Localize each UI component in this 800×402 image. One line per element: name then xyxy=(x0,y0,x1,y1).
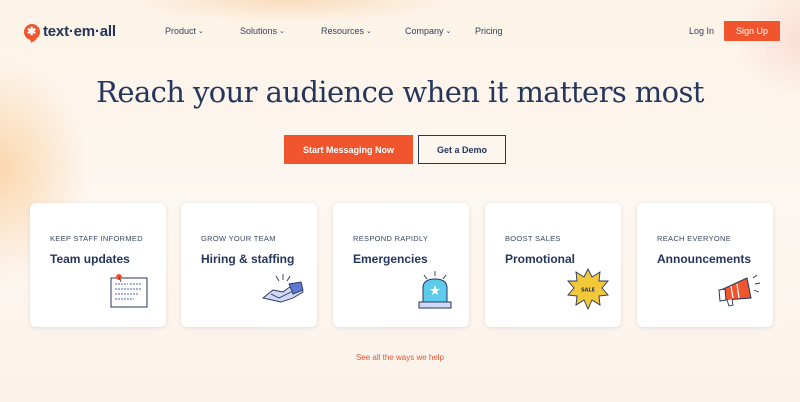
card-emergencies[interactable]: RESPOND RAPIDLY Emergencies xyxy=(333,203,469,327)
card-kicker: GROW YOUR TEAM xyxy=(201,234,276,243)
see-all-link[interactable]: See all the ways we help xyxy=(0,353,800,362)
card-kicker: RESPOND RAPIDLY xyxy=(353,234,429,243)
handshake-icon xyxy=(261,272,305,313)
start-messaging-button[interactable]: Start Messaging Now xyxy=(284,135,413,164)
card-hiring-staffing[interactable]: GROW YOUR TEAM Hiring & staffing xyxy=(181,203,317,327)
card-kicker: BOOST SALES xyxy=(505,234,561,243)
card-team-updates[interactable]: KEEP STAFF INFORMED Team updates xyxy=(30,203,166,327)
nav-label: Product xyxy=(165,26,197,36)
get-demo-button[interactable]: Get a Demo xyxy=(418,135,506,164)
chevron-down-icon: ⌄ xyxy=(366,28,372,35)
card-announcements[interactable]: REACH EVERYONE Announcements xyxy=(637,203,773,327)
nav-item-pricing[interactable]: Pricing xyxy=(475,26,503,36)
note-icon xyxy=(108,274,150,315)
card-title: Promotional xyxy=(505,252,576,266)
siren-icon xyxy=(415,270,455,315)
sale-badge-icon: SALE xyxy=(567,267,609,315)
page: ✱ text·em·all Product ⌄ Solutions ⌄ Reso… xyxy=(0,0,800,402)
card-kicker: KEEP STAFF INFORMED xyxy=(50,234,143,243)
chevron-down-icon: ⌄ xyxy=(279,28,285,35)
card-title: Emergencies xyxy=(353,252,428,266)
nav-label: Resources xyxy=(321,26,365,36)
logo-text: text·em·all xyxy=(43,23,116,40)
logo-mark-icon: ✱ xyxy=(24,23,40,40)
card-title: Team updates xyxy=(50,252,130,266)
nav-label: Pricing xyxy=(475,26,503,36)
hero-title: Reach your audience when it matters most xyxy=(96,75,704,109)
nav-item-resources[interactable]: Resources ⌄ xyxy=(321,26,372,36)
chevron-down-icon: ⌄ xyxy=(198,28,204,35)
site-header: ✱ text·em·all Product ⌄ Solutions ⌄ Reso… xyxy=(0,0,800,62)
card-promotional[interactable]: BOOST SALES Promotional SALE xyxy=(485,203,621,327)
nav-item-company[interactable]: Company ⌄ xyxy=(405,26,451,36)
logo[interactable]: ✱ text·em·all xyxy=(24,23,116,40)
megaphone-icon xyxy=(717,274,761,313)
card-kicker: REACH EVERYONE xyxy=(657,234,732,243)
nav-item-product[interactable]: Product ⌄ xyxy=(165,26,204,36)
card-title: Hiring & staffing xyxy=(201,252,295,266)
nav-label: Solutions xyxy=(240,26,278,36)
nav-item-solutions[interactable]: Solutions ⌄ xyxy=(240,26,285,36)
signup-button[interactable]: Sign Up xyxy=(724,21,780,41)
card-title: Announcements xyxy=(657,252,752,266)
chevron-down-icon: ⌄ xyxy=(445,28,452,35)
sale-badge-label: SALE xyxy=(581,288,596,294)
login-link[interactable]: Log In xyxy=(689,26,714,36)
nav-label: Company xyxy=(405,26,444,36)
